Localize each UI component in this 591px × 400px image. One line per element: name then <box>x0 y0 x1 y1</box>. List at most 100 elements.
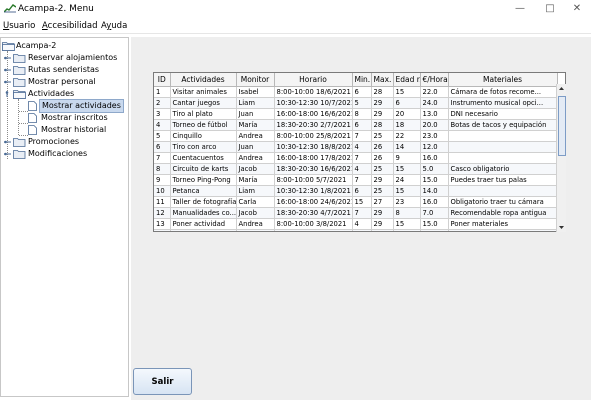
scroll-up-arrow-icon[interactable] <box>557 84 566 94</box>
column-header[interactable]: Min. <box>352 73 372 87</box>
table-cell: 7 <box>352 174 372 186</box>
folder-icon <box>13 66 26 75</box>
table-cell: DNI necesario <box>448 108 558 120</box>
menu-accesibilidad[interactable]: Accesibilidad <box>42 21 98 31</box>
table-cell: 4 <box>352 218 372 230</box>
table-row[interactable]: 13 Poner actividad Andrea 8:00-10:00 3/8/20… <box>154 218 558 230</box>
table-cell <box>448 141 558 153</box>
table-row[interactable]: 1 Visitar animales Isabel 8:00-10:00 18/6/2… <box>154 86 558 98</box>
table-row[interactable]: 3 Tiro al plato Juan 16:00-18:00 16/6/2021 8… <box>154 108 558 120</box>
tree-item-reservar-alojamientos[interactable]: Reservar alojamientos <box>1 52 129 64</box>
table-cell: 15 <box>352 196 372 208</box>
table-cell: 8 <box>154 163 171 175</box>
table-row[interactable]: 12 Manualidades co... Jacob 18:30-20:30 4/7… <box>154 207 558 219</box>
table-row[interactable]: 7 Cuentacuentos Andrea 16:00-18:00 17/8/202… <box>154 152 558 164</box>
expand-handle-icon[interactable] <box>4 139 11 145</box>
scroll-thumb[interactable] <box>558 96 566 156</box>
table-cell: 29 <box>371 207 394 219</box>
column-header[interactable]: Horario <box>274 73 353 87</box>
expand-handle-icon[interactable] <box>4 79 11 85</box>
table-cell: 8:00-10:00 25/8/2021 <box>274 130 353 142</box>
table-cell: 27 <box>371 229 394 231</box>
table-cell: Botas de tacos y equipación <box>448 119 558 131</box>
table-cell: 12.0 <box>420 141 449 153</box>
table-cell: Cantar juegos <box>170 97 237 109</box>
column-header[interactable]: Actividades <box>170 73 237 87</box>
tree-item-label: Mostrar inscritos <box>41 113 108 122</box>
table-row[interactable]: 10 Petanca Liam 10:30-12:30 1/8/2021 6 25 15 14… <box>154 185 558 197</box>
folder-open-icon <box>2 42 15 51</box>
table-cell: 25 <box>371 130 394 142</box>
table-cell: Comba <box>448 229 558 231</box>
menu-ayuda[interactable]: Ayuda <box>101 21 127 31</box>
expand-handle-icon[interactable] <box>4 151 11 157</box>
table-cell: 18:30-20:30 4/7/2021 <box>274 207 353 219</box>
table-cell: Instrumento musical opci... <box>448 97 558 109</box>
table-cell: Liam <box>236 97 275 109</box>
table-cell: 6 <box>352 119 372 131</box>
tree-item-label: Mostrar historial <box>41 125 107 134</box>
table-row[interactable]: 6 Tiro con arco Juan 10:30-12:30 18/8/2021 4… <box>154 141 558 153</box>
column-header[interactable]: €/Hora <box>420 73 449 87</box>
collapse-handle-icon[interactable] <box>4 91 11 97</box>
expand-handle-icon[interactable] <box>4 67 11 73</box>
table-cell: 10:30-12:30 1/7/2021 <box>274 229 353 231</box>
table-cell: Cinquillo <box>170 130 237 142</box>
table-cell: 24 <box>393 174 421 186</box>
tree-item-mostrar-actividades[interactable]: Mostrar actividades <box>1 99 129 113</box>
expand-handle-icon[interactable] <box>4 55 11 61</box>
table-cell: Juan <box>236 108 275 120</box>
close-button[interactable]: ✕ <box>567 2 587 16</box>
table-cell: 7 <box>352 130 372 142</box>
table-cell: 23.0 <box>420 130 449 142</box>
table-cell: 13 <box>154 218 171 230</box>
column-header[interactable]: Max. <box>371 73 394 87</box>
table-cell: 13.0 <box>420 229 449 231</box>
table-row[interactable]: 9 Torneo Ping-Pong María 8:00-10:00 5/7/202… <box>154 174 558 186</box>
tree-item-mostrar-personal[interactable]: Mostrar personal <box>1 76 129 88</box>
tree-item-mostrar-historial[interactable]: Mostrar historial <box>1 124 129 136</box>
table-cell: 10:30-12:30 10/7/2021 <box>274 97 353 109</box>
column-header[interactable]: Materiales <box>448 73 558 87</box>
table-cell: Poner actividad <box>170 218 237 230</box>
table-cell: Andrea <box>236 218 275 230</box>
tree-item-promociones[interactable]: Promociones <box>1 136 129 148</box>
column-header[interactable]: ID <box>154 73 171 87</box>
column-header[interactable]: Edad r... <box>393 73 421 87</box>
table-cell: 8 <box>393 207 421 219</box>
tree-root-label: Acampa-2 <box>16 41 57 50</box>
table-cell: Torneo Ping-Pong <box>170 174 237 186</box>
table-scrollbar[interactable] <box>556 84 566 232</box>
table-row[interactable]: 14Salto a la combaIsabel10:30-12:30 1/7/… <box>154 229 558 231</box>
table-cell: Tiro con arco <box>170 141 237 153</box>
table-cell: Tiro al plato <box>170 108 237 120</box>
table-cell: María <box>236 174 275 186</box>
activities-table[interactable]: ID Actividades Monitor Horario Min. Max.… <box>153 72 566 232</box>
table-cell: 16.0 <box>420 152 449 164</box>
table-cell: 15.0 <box>420 218 449 230</box>
table-row[interactable]: 4 Torneo de fútbol María 18:30-20:30 2/7/20… <box>154 119 558 131</box>
table-row[interactable]: 11 Taller de fotografía Carla 16:00-18:00 2… <box>154 196 558 208</box>
minimize-button[interactable]: — <box>510 2 530 16</box>
salir-button[interactable]: Salir <box>133 368 192 395</box>
maximize-button[interactable]: □ <box>540 2 560 16</box>
folder-open-icon <box>13 90 26 99</box>
menu-usuario[interactable]: Usuario <box>3 21 35 31</box>
tree-item-rutas-senderistas[interactable]: Rutas senderistas <box>1 64 129 76</box>
table-cell: Obligatorio traer tu cámara <box>448 196 558 208</box>
table-cell: 16.0 <box>420 196 449 208</box>
table-cell: 11 <box>154 196 171 208</box>
column-header[interactable]: Monitor <box>236 73 275 87</box>
table-cell: Salto a la comba <box>170 229 237 231</box>
table-cell: Circuito de karts <box>170 163 237 175</box>
table-cell: 6 <box>154 141 171 153</box>
table-row[interactable]: 5 Cinquillo Andrea 8:00-10:00 25/8/2021 7 25 2… <box>154 130 558 142</box>
table-row[interactable]: 8 Circuito de karts Jacob 18:30-20:30 16/6/… <box>154 163 558 175</box>
table-cell: 15 <box>393 163 421 175</box>
tree-root[interactable]: Acampa-2 <box>1 40 121 52</box>
table-cell: 6 <box>352 185 372 197</box>
table-row[interactable]: 2 Cantar juegos Liam 10:30-12:30 10/7/2021 5… <box>154 97 558 109</box>
tree-item-modificaciones[interactable]: Modificaciones <box>1 148 129 160</box>
tree-item-mostrar-inscritos[interactable]: Mostrar inscritos <box>1 112 129 124</box>
scroll-down-arrow-icon[interactable] <box>557 222 566 232</box>
